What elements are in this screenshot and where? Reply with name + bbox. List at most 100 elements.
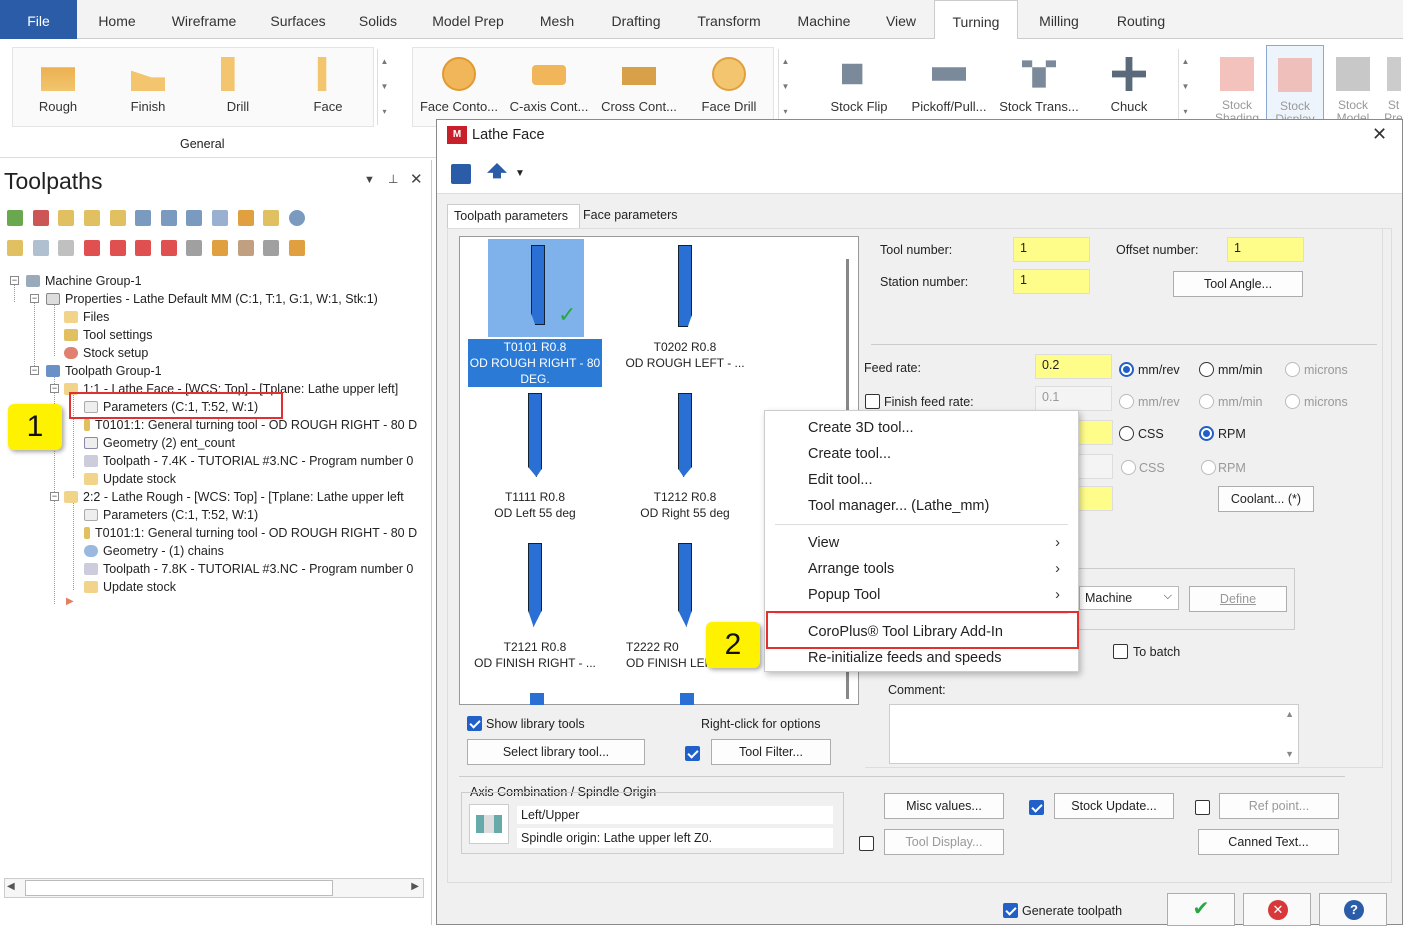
tab-toolpath-parameters[interactable]: Toolpath parameters — [447, 204, 580, 228]
insert-arrow-icon[interactable] — [135, 240, 152, 256]
export-icon[interactable] — [487, 163, 507, 179]
panel-close-icon[interactable]: ✕ — [410, 170, 423, 188]
panel-dropdown-icon[interactable]: ▼ — [364, 174, 375, 186]
face-drill-button[interactable]: Face Drill — [686, 45, 772, 123]
scroll-arrow-icon[interactable] — [160, 240, 177, 256]
regen-dirty-icon[interactable] — [83, 210, 100, 226]
cancel-button[interactable]: ✕ — [1243, 893, 1311, 926]
tool-item[interactable]: T0202 R0.8 OD ROUGH LEFT - ... — [610, 239, 760, 389]
feed-mm-rev-radio[interactable] — [1119, 362, 1134, 377]
finish-mm-rev-radio[interactable] — [1119, 394, 1134, 409]
menu-edit-tool[interactable]: Edit tool... — [765, 467, 1078, 493]
verify-icon[interactable] — [135, 210, 152, 226]
chuck-button[interactable]: Chuck — [1090, 45, 1168, 123]
tree-properties[interactable]: Properties - Lathe Default MM (C:1, T:1,… — [46, 290, 378, 308]
tree-toolpath-group[interactable]: Toolpath Group-1 — [46, 362, 162, 380]
tool-display-checkbox[interactable] — [859, 836, 874, 851]
tree-tool-2[interactable]: T0101:1: General turning tool - OD ROUGH… — [84, 524, 428, 542]
finish-speed-input[interactable] — [1077, 454, 1113, 479]
help-button[interactable]: ? — [1319, 893, 1387, 926]
to-batch-checkbox[interactable] — [1113, 644, 1128, 659]
scroll-up-icon[interactable]: ▲ — [1285, 709, 1294, 719]
cross-contour-button[interactable]: Cross Cont... — [596, 45, 682, 123]
menu-create-3d-tool[interactable]: Create 3D tool... — [765, 415, 1078, 441]
move-down-icon[interactable] — [83, 240, 100, 256]
edit-icon[interactable] — [263, 210, 280, 226]
feed-microns-radio[interactable] — [1285, 362, 1300, 377]
feed-rate-input[interactable]: 0.2 — [1035, 354, 1112, 379]
tree-tool-settings[interactable]: Tool settings — [64, 326, 152, 344]
c-axis-contour-button[interactable]: C-axis Cont... — [506, 45, 592, 123]
move-up-icon[interactable] — [109, 240, 126, 256]
group-icon[interactable] — [212, 240, 228, 256]
stock-transfer-button[interactable]: Stock Trans... — [996, 45, 1082, 123]
tab-wireframe[interactable]: Wireframe — [160, 0, 248, 39]
ghost-icon[interactable] — [58, 240, 75, 256]
tab-view[interactable]: View — [876, 0, 926, 39]
comment-textarea[interactable]: ▲ ▼ — [889, 704, 1299, 764]
scroll-left-icon[interactable]: ◀ — [7, 881, 15, 892]
generate-toolpath-checkbox[interactable] — [1003, 903, 1018, 918]
offset-number-input[interactable]: 1 — [1227, 237, 1304, 262]
tree-geometry-1[interactable]: Geometry (2) ent_count — [84, 434, 235, 452]
stock-display-button[interactable]: Stock Display — [1266, 45, 1324, 126]
face-button[interactable]: Face — [292, 45, 364, 123]
pin-icon[interactable]: ⊥ — [388, 172, 398, 186]
stock-update-button[interactable]: Stock Update... — [1054, 793, 1174, 819]
ref-point-checkbox[interactable] — [1195, 800, 1210, 815]
tree-files[interactable]: Files — [64, 308, 109, 326]
tree-machine-group[interactable]: Machine Group-1 — [26, 272, 142, 290]
tool-item[interactable]: T1212 R0.8 OD Right 55 deg — [610, 393, 760, 543]
drill-button[interactable]: Drill — [202, 45, 274, 123]
backplot-icon[interactable] — [109, 210, 126, 226]
tool-display-button[interactable]: Tool Display... — [884, 829, 1004, 855]
post-icon[interactable] — [186, 210, 203, 226]
menu-arrange-tools[interactable]: Arrange tools › — [765, 556, 1078, 582]
tab-mesh[interactable]: Mesh — [530, 0, 584, 39]
css-radio[interactable] — [1119, 426, 1134, 441]
tool-item[interactable]: ✓ T0101 R0.8 OD ROUGH RIGHT - 80 DEG. — [468, 239, 618, 389]
stock-preview-button[interactable]: St Pre — [1384, 45, 1403, 123]
stock-model-button[interactable]: Stock Model — [1324, 45, 1382, 125]
tree-geometry-2[interactable]: Geometry - (1) chains — [84, 542, 224, 560]
finish-microns-radio[interactable] — [1285, 394, 1300, 409]
regen-icon[interactable] — [58, 210, 75, 226]
face-contour-button[interactable]: Face Conto... — [416, 45, 502, 123]
tab-drafting[interactable]: Drafting — [600, 0, 672, 39]
select-library-tool-button[interactable]: Select library tool... — [467, 739, 645, 765]
padlock-icon[interactable] — [7, 240, 23, 256]
tree-update-stock-1[interactable]: Update stock — [84, 470, 176, 488]
finish-rpm-radio[interactable] — [1201, 460, 1216, 475]
spindle-speed-input[interactable] — [1077, 420, 1113, 445]
tab-face-parameters[interactable]: Face parameters — [583, 208, 677, 222]
axis-combination-button[interactable] — [469, 804, 509, 844]
tab-transform[interactable]: Transform — [688, 0, 770, 39]
station-number-input[interactable]: 1 — [1013, 269, 1090, 294]
misc-values-button[interactable]: Misc values... — [884, 793, 1004, 819]
feed-mm-min-radio[interactable] — [1199, 362, 1214, 377]
expand-toggle[interactable]: − — [50, 384, 59, 393]
toggle-display-icon[interactable] — [32, 240, 49, 256]
expand-toggle[interactable]: − — [10, 276, 19, 285]
horizontal-scrollbar[interactable]: ◀ ▶ — [4, 878, 424, 898]
expand-icon[interactable] — [186, 240, 203, 256]
lock-icon[interactable] — [237, 210, 254, 226]
tool-item[interactable]: T2222 R0 OD FINISH LEF — [610, 543, 760, 693]
expand-toggle[interactable]: − — [30, 366, 39, 375]
scroll-down-icon[interactable]: ▼ — [1285, 749, 1294, 759]
tab-turning[interactable]: Turning — [934, 0, 1018, 40]
save-icon[interactable] — [451, 164, 471, 184]
tree-operation-2[interactable]: 2:2 - Lathe Rough - [WCS: Top] - [Tplane… — [64, 488, 428, 506]
tool-number-input[interactable]: 1 — [1013, 237, 1090, 262]
menu-create-tool[interactable]: Create tool... — [765, 441, 1078, 467]
tab-model-prep[interactable]: Model Prep — [422, 0, 514, 39]
tab-file[interactable]: File — [0, 0, 77, 39]
stock-update-checkbox[interactable] — [1029, 800, 1044, 815]
tool-filter-checkbox[interactable] — [685, 746, 700, 761]
select-all-icon[interactable] — [7, 210, 23, 226]
rough-button[interactable]: Rough — [22, 45, 94, 123]
tab-solids[interactable]: Solids — [350, 0, 406, 39]
settings-icon[interactable] — [288, 240, 305, 256]
zoom-icon[interactable] — [263, 240, 280, 256]
menu-view[interactable]: View › — [765, 530, 1078, 556]
